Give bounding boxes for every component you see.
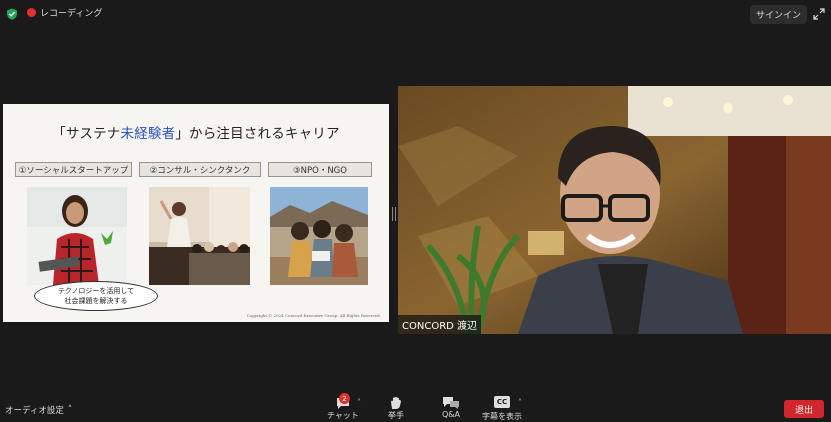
qa-icon — [443, 397, 459, 409]
signin-button[interactable]: サインイン — [749, 5, 807, 24]
recording-indicator[interactable]: レコーディング — [27, 6, 102, 19]
audio-settings-button[interactable]: オーディオ設定 ˄ — [5, 404, 72, 416]
category-consulting: ②コンサル・シンクタンク — [139, 162, 261, 177]
audio-settings-label: オーディオ設定 — [5, 406, 64, 416]
qa-button[interactable]: Q&A — [442, 396, 460, 419]
participant-name-tag: CONCORD 渡辺 — [398, 315, 482, 334]
captions-options-chevron-icon[interactable]: ˄ — [518, 398, 522, 407]
hand-icon — [391, 396, 401, 409]
chat-options-chevron-icon[interactable]: ˄ — [357, 398, 361, 407]
photo-social-startup — [27, 187, 127, 285]
slide-title-emphasis: 未経験者 — [120, 126, 176, 142]
chat-unread-badge: 2 — [339, 393, 350, 404]
slide-title-post: 」から注目されるキャリア — [175, 126, 340, 142]
callout-line1: テクノロジーを活用して — [57, 287, 135, 295]
photo-consulting — [149, 187, 250, 285]
leave-button[interactable]: 退出 — [784, 400, 824, 418]
fullscreen-icon[interactable] — [813, 8, 825, 20]
shield-icon[interactable] — [6, 8, 18, 20]
callout-line2: 社会課題を解決する — [64, 297, 128, 305]
raise-hand-button[interactable]: 挙手 — [388, 396, 404, 421]
qa-label: Q&A — [442, 410, 461, 419]
slide-title-pre: 「サステナ — [52, 126, 121, 142]
photo-npo-ngo — [270, 187, 368, 285]
participant-video-image — [398, 86, 831, 334]
participant-video[interactable]: CONCORD 渡辺 — [398, 86, 831, 334]
slide-title: 「サステナ未経験者」から注目されるキャリア — [3, 122, 389, 142]
raise-hand-label: 挙手 — [388, 411, 404, 420]
slide-copyright: Copyright © 2024 Concord Executive Group… — [246, 313, 381, 318]
chevron-up-icon: ˄ — [67, 405, 73, 415]
shared-slide: 「サステナ未経験者」から注目されるキャリア ①ソーシャルスタートアップ ②コンサ… — [3, 104, 389, 322]
slide-callout: テクノロジーを活用して 社会課題を解決する — [34, 281, 158, 311]
chat-label: チャット — [327, 411, 359, 420]
recording-icon — [27, 8, 36, 17]
split-resize-handle[interactable] — [392, 207, 396, 221]
category-social-startup: ①ソーシャルスタートアップ — [15, 162, 132, 177]
captions-label: 字幕を表示 — [482, 412, 522, 421]
recording-label: レコーディング — [40, 9, 103, 19]
closed-captions-icon: CC — [493, 396, 511, 408]
category-npo-ngo: ③NPO・NGO — [268, 162, 372, 177]
captions-button[interactable]: CC 字幕を表示 — [482, 396, 522, 422]
